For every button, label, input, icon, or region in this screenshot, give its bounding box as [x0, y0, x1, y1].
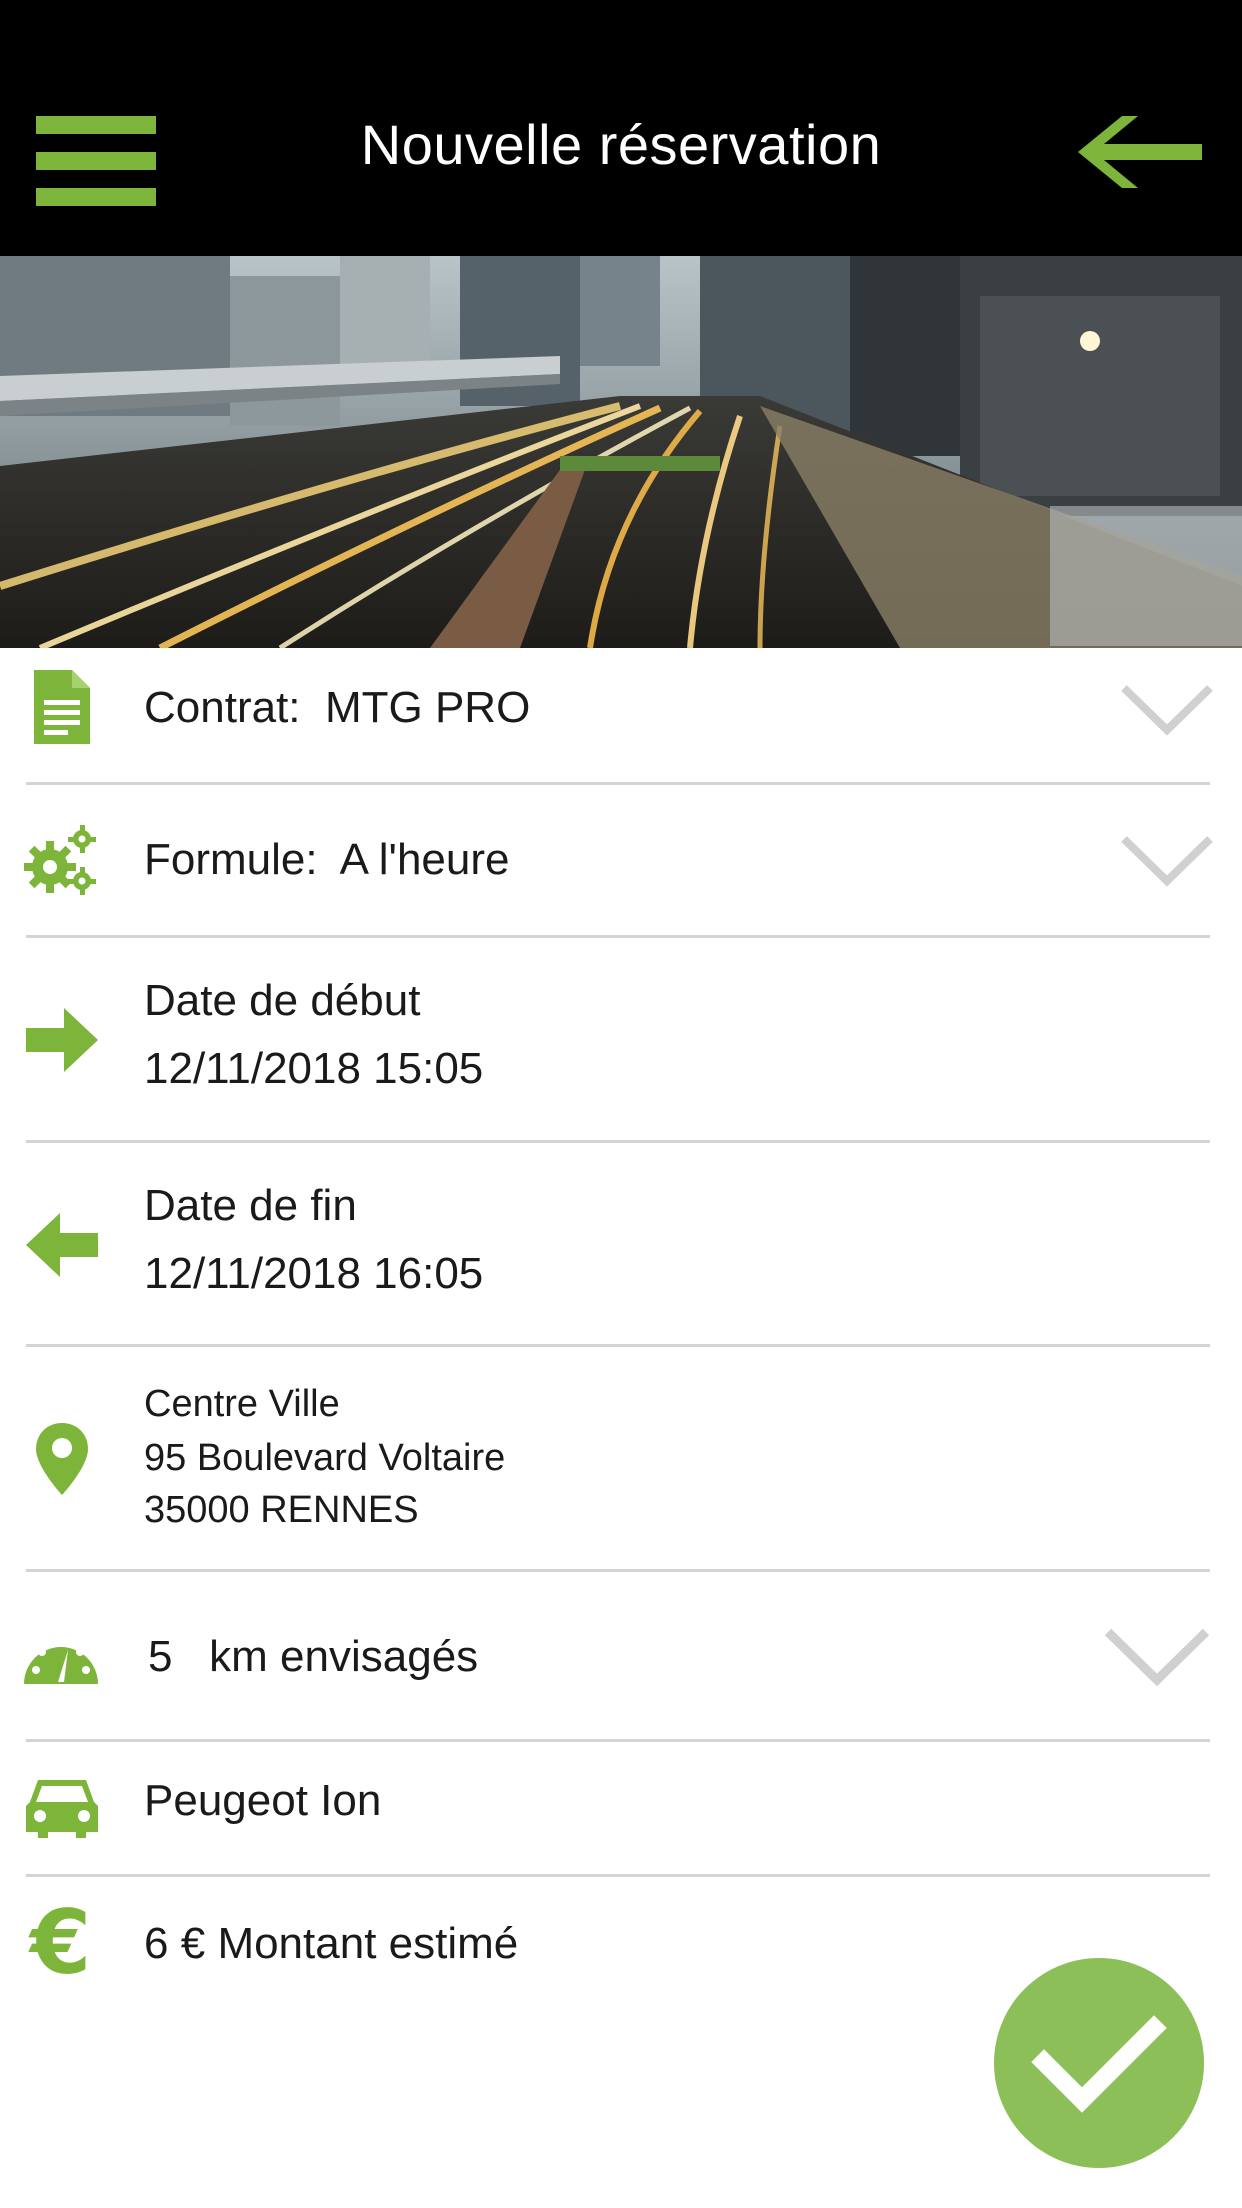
formula-value: A l'heure: [339, 835, 510, 884]
arrow-left-icon: [26, 1213, 98, 1277]
contract-row[interactable]: Contrat: MTG PRO: [0, 648, 1242, 784]
location-line-1: Centre Ville: [144, 1383, 340, 1425]
app-screen: Nouvelle réservation Contrat: MTG PRO Fo…: [0, 0, 1242, 2208]
euro-icon: €: [30, 1891, 92, 1994]
location-line-3: 35000 RENNES: [144, 1489, 419, 1531]
distance-value[interactable]: 5: [148, 1632, 172, 1681]
top-bar: Nouvelle réservation: [0, 0, 1242, 256]
amount-label: Montant estimé: [217, 1919, 519, 1968]
chevron-down-icon[interactable]: [1120, 684, 1214, 738]
end-date-value: 12/11/2018 16:05: [144, 1249, 484, 1298]
distance-row[interactable]: 5 km envisagés: [0, 1572, 1242, 1741]
map-pin-icon: [36, 1423, 88, 1495]
document-icon: [34, 670, 90, 744]
contract-label: Contrat:: [144, 683, 301, 732]
end-date-row[interactable]: Date de fin 12/11/2018 16:05: [0, 1143, 1242, 1346]
location-row[interactable]: Centre Ville 95 Boulevard Voltaire 35000…: [0, 1347, 1242, 1571]
vehicle-name: Peugeot Ion: [144, 1776, 382, 1825]
contract-value: MTG PRO: [324, 683, 531, 732]
distance-label: km envisagés: [209, 1632, 479, 1681]
formula-row[interactable]: Formule: A l'heure: [0, 785, 1242, 937]
speedometer-icon: [24, 1638, 98, 1684]
confirm-button[interactable]: [994, 1958, 1204, 2168]
page-title: Nouvelle réservation: [360, 113, 882, 176]
location-line-2: 95 Boulevard Voltaire: [144, 1437, 506, 1479]
chevron-down-icon[interactable]: [1104, 1628, 1210, 1688]
back-arrow-icon[interactable]: [1078, 112, 1202, 192]
start-date-value: 12/11/2018 15:05: [144, 1044, 484, 1093]
chevron-down-icon[interactable]: [1120, 835, 1214, 889]
arrow-right-icon: [26, 1008, 98, 1072]
start-date-label: Date de début: [144, 976, 421, 1025]
checkmark-icon: [1031, 2015, 1167, 2113]
hero-city-image: [0, 256, 1242, 648]
amount-value: 6: [144, 1919, 169, 1968]
amount-currency: €: [180, 1919, 206, 1968]
formula-label: Formule:: [144, 835, 318, 884]
car-icon: [26, 1780, 98, 1838]
gears-icon: [24, 825, 96, 895]
start-date-row[interactable]: Date de début 12/11/2018 15:05: [0, 938, 1242, 1141]
end-date-label: Date de fin: [144, 1181, 357, 1230]
vehicle-row[interactable]: Peugeot Ion: [0, 1742, 1242, 1876]
